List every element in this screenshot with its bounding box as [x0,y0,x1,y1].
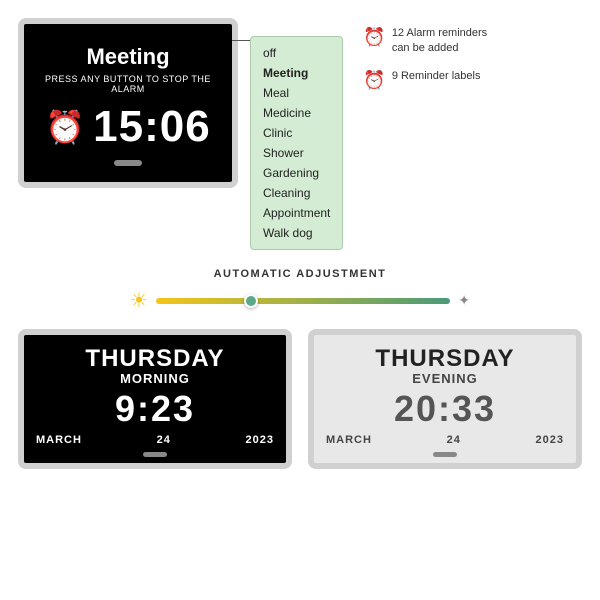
bottom-section: THURSDAY MORNING 9:23 MARCH 24 2023 THUR… [0,321,600,479]
evening-period-label: EVENING [412,371,478,386]
feature-labels-text: 9 Reminder labels [392,69,481,84]
clock-time-row: ⏰ 15:06 [45,102,210,152]
morning-indicator [143,452,167,457]
evening-day-label: THURSDAY [375,345,514,373]
features-list: ⏰ 12 Alarm reminderscan be added ⏰ 9 Rem… [363,26,487,91]
morning-date: 24 [157,434,171,446]
dropdown-item-appointment[interactable]: Appointment [263,203,330,223]
feature-alarms-text: 12 Alarm reminderscan be added [392,26,487,57]
dropdown-item-meeting[interactable]: Meeting [263,63,330,83]
dropdown-item-clinic[interactable]: Clinic [263,123,330,143]
morning-time-label: 9:23 [115,388,195,430]
alarm-clock-icon: ⏰ [45,108,85,146]
clock-alarm-text: PRESS ANY BUTTON TO STOP THE ALARM [34,74,222,94]
dropdown-item-cleaning[interactable]: Cleaning [263,183,330,203]
evening-indicator [433,452,457,457]
evening-month: MARCH [326,434,372,446]
evening-year: 2023 [536,434,564,446]
dropdown-item-off[interactable]: off [263,43,330,63]
morning-month: MARCH [36,434,82,446]
dropdown-item-meal[interactable]: Meal [263,83,330,103]
dropdown-item-walkdog[interactable]: Walk dog [263,223,330,243]
bottom-clock-morning: THURSDAY MORNING 9:23 MARCH 24 2023 [18,329,292,469]
morning-year: 2023 [246,434,274,446]
auto-section: AUTOMATIC ADJUSTMENT ☀ ✦ [0,260,600,321]
bottom-clock-evening: THURSDAY EVENING 20:33 MARCH 24 2023 [308,329,582,469]
evening-date: 24 [447,434,461,446]
dropdown-item-medicine[interactable]: Medicine [263,103,330,123]
dropdown-item-shower[interactable]: Shower [263,143,330,163]
dropdown-menu[interactable]: off Meeting Meal Medicine Clinic Shower … [250,36,343,250]
brightness-track[interactable] [156,298,450,304]
dropdown-item-gardening[interactable]: Gardening [263,163,330,183]
clock-meeting-label: Meeting [86,44,169,70]
morning-date-row: MARCH 24 2023 [32,434,278,446]
dropdown-arrow [232,40,250,41]
auto-title: AUTOMATIC ADJUSTMENT [214,268,387,280]
brightness-bar-row: ☀ ✦ [130,288,470,313]
feature-item-alarms: ⏰ 12 Alarm reminderscan be added [363,26,487,57]
evening-date-row: MARCH 24 2023 [322,434,568,446]
clock-display: Meeting PRESS ANY BUTTON TO STOP THE ALA… [18,18,238,188]
brightness-thumb[interactable] [244,294,258,308]
morning-period-label: MORNING [120,371,190,386]
morning-day-label: THURSDAY [85,345,224,373]
sun-dim-icon: ✦ [458,292,470,309]
sun-bright-icon: ☀ [130,288,148,313]
top-section: Meeting PRESS ANY BUTTON TO STOP THE ALA… [0,0,600,260]
reminder-labels-icon: ⏰ [363,70,385,91]
evening-time-label: 20:33 [394,388,496,430]
clock-indicator [114,160,142,166]
feature-item-labels: ⏰ 9 Reminder labels [363,69,487,91]
clock-time: 15:06 [93,102,211,152]
alarm-reminders-icon: ⏰ [363,27,385,48]
